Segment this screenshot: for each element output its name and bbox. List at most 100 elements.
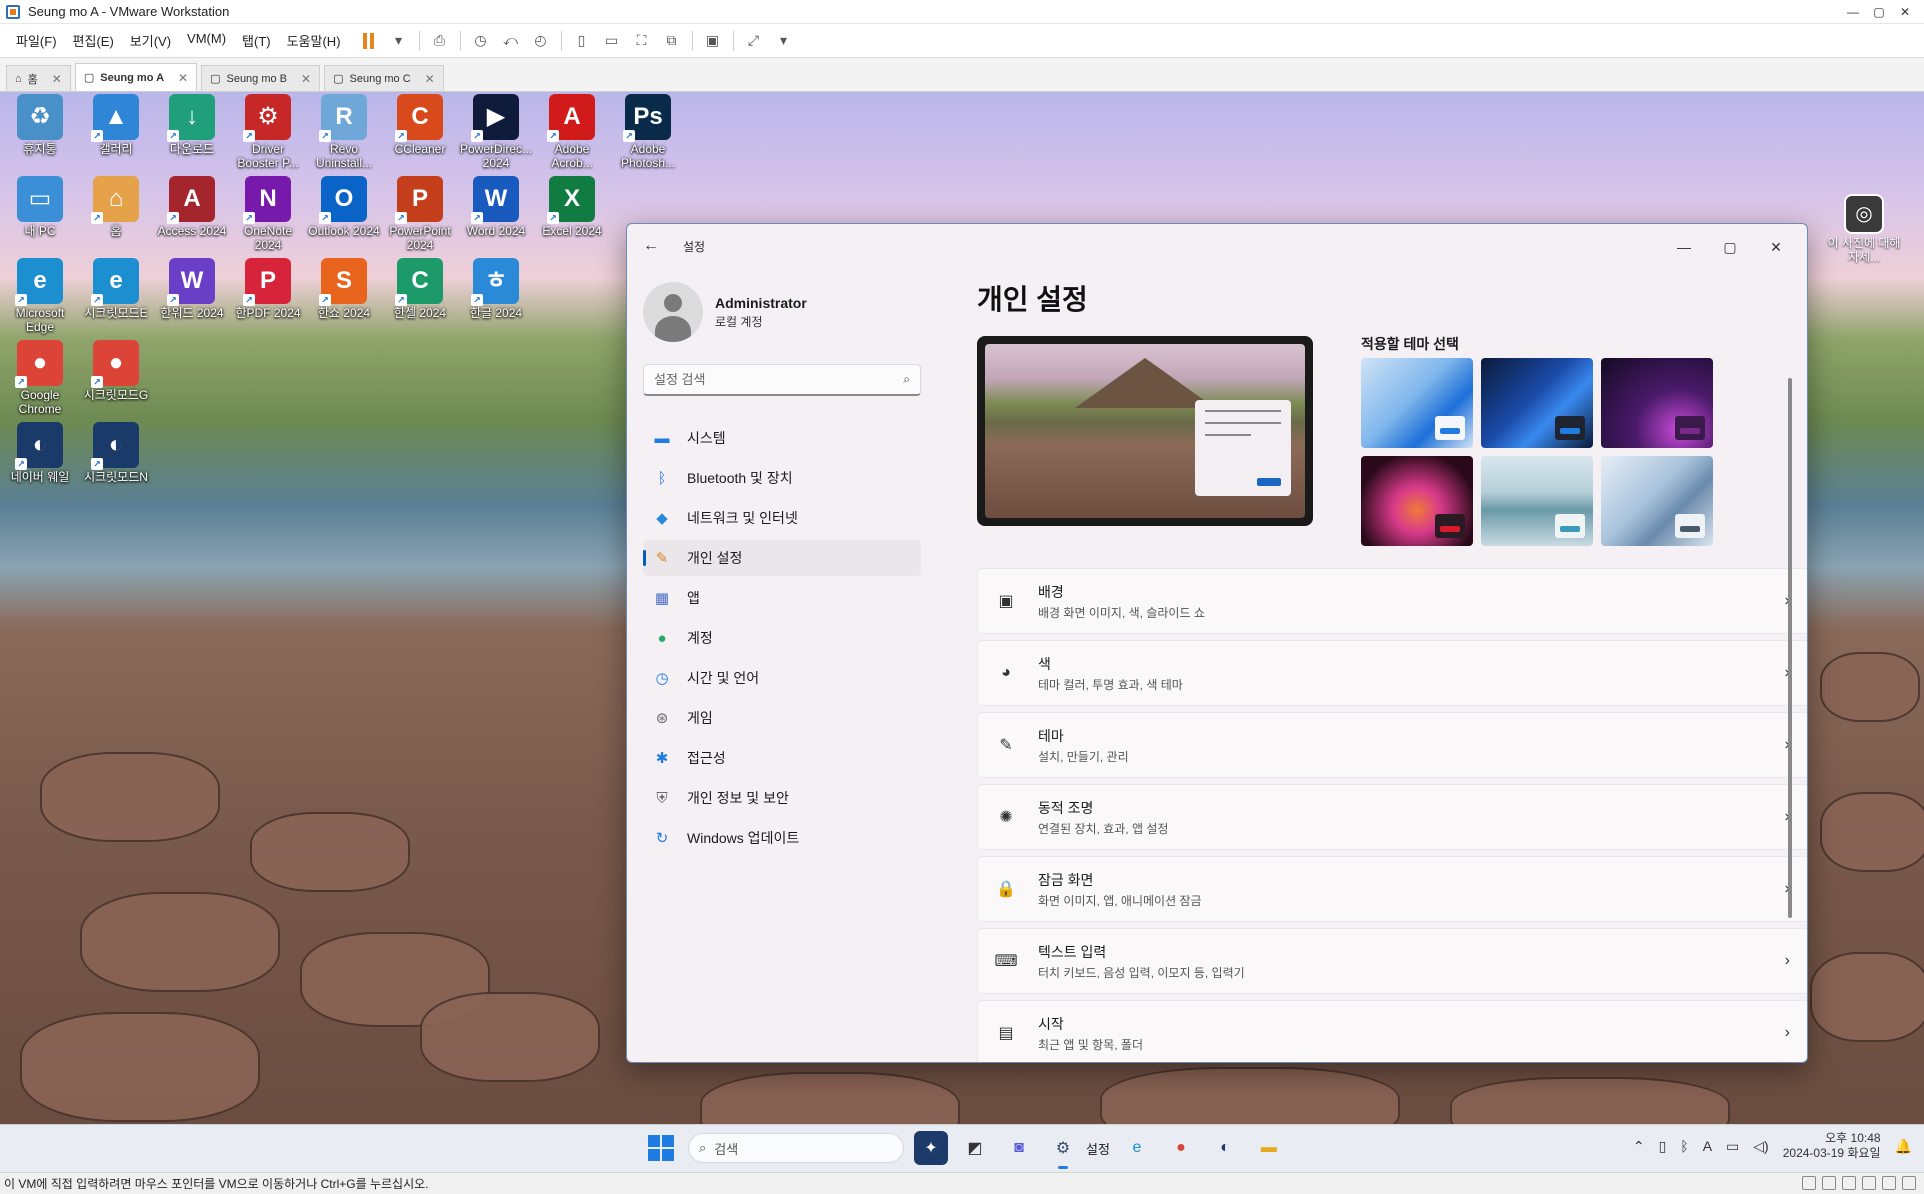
device-display-icon[interactable] (1902, 1176, 1916, 1190)
usb-icon[interactable]: ▯ (1659, 1138, 1667, 1155)
desktop-shortcut[interactable]: ♻ 휴지통 (2, 94, 78, 156)
settings-row[interactable]: ▣배경배경 화면 이미지, 색, 슬라이드 쇼› (977, 568, 1807, 634)
close-tab-icon[interactable]: ✕ (178, 71, 188, 85)
input-method-icon[interactable]: A (1703, 1138, 1712, 1154)
volume-icon[interactable]: ◁) (1753, 1138, 1768, 1155)
nav-item[interactable]: ᛒ Bluetooth 및 장치 (643, 460, 921, 496)
desktop-shortcut[interactable]: S ↗ 한쇼 2024 (306, 258, 382, 320)
nav-item[interactable]: ◆ 네트워크 및 인터넷 (643, 500, 921, 536)
send-ctrl-alt-del-icon[interactable]: ⎙ (430, 31, 450, 51)
desktop-shortcut[interactable]: ◐ ↗ 시크릿모드N (78, 422, 154, 484)
settings-close-button[interactable]: ✕ (1753, 232, 1799, 262)
close-tab-icon[interactable]: ✕ (301, 72, 311, 86)
revert-snapshot-icon[interactable]: ⤺ (501, 31, 521, 51)
nav-item[interactable]: ↻ Windows 업데이트 (643, 820, 921, 856)
windows-dark-theme[interactable] (1481, 358, 1593, 448)
menu-item[interactable]: 보기(V) (122, 31, 179, 50)
device-cd-icon[interactable] (1822, 1176, 1836, 1190)
desktop-shortcut[interactable]: A ↗ Access 2024 (154, 176, 230, 238)
pause-vm-icon[interactable] (359, 31, 379, 51)
close-tab-icon[interactable]: ✕ (52, 72, 62, 86)
desktop-shortcut[interactable]: ⚙ ↗ Driver Booster P... (230, 94, 306, 170)
desktop-shortcut[interactable]: ㅎ ↗ 한글 2024 (458, 258, 534, 320)
chrome-icon[interactable]: ● (1164, 1131, 1198, 1165)
file-explorer-icon[interactable]: ▬ (1252, 1131, 1286, 1165)
thumbnail-view-icon[interactable]: ▭ (602, 31, 622, 51)
bluetooth-icon[interactable]: ᛒ (1680, 1138, 1688, 1154)
vm-tab[interactable]: ▢ Seung mo C ✕ (324, 65, 444, 91)
desktop-shortcut[interactable]: W ↗ Word 2024 (458, 176, 534, 238)
desktop-shortcut[interactable]: ▲ ↗ 갤러리 (78, 94, 154, 156)
desktop-shortcut[interactable]: C ↗ 한셀 2024 (382, 258, 458, 320)
clock[interactable]: 오후 10:48 2024-03-19 화요일 (1783, 1131, 1881, 1161)
desktop-shortcut[interactable]: ↓ ↗ 다운로드 (154, 94, 230, 156)
copilot-icon[interactable]: ✦ (914, 1131, 948, 1165)
menu-item[interactable]: VM(M) (179, 31, 234, 50)
windows-light-theme[interactable] (1361, 358, 1473, 448)
glow-theme[interactable] (1601, 358, 1713, 448)
chat-icon[interactable]: ◙ (1002, 1131, 1036, 1165)
desktop-shortcut[interactable]: ▶ ↗ PowerDirec... 2024 (458, 94, 534, 170)
task-view-icon[interactable]: ◩ (958, 1131, 992, 1165)
nav-item[interactable]: ✎ 개인 설정 (643, 540, 921, 576)
nav-item[interactable]: ▬ 시스템 (643, 420, 921, 456)
console-icon[interactable]: ▣ (703, 31, 723, 51)
desktop-shortcut[interactable]: P ↗ PowerPoint 2024 (382, 176, 458, 252)
vm-tab[interactable]: ⌂ 홈 ✕ (6, 65, 71, 91)
maximize-button[interactable]: ▢ (1866, 0, 1892, 24)
chevron-up-icon[interactable]: ⌃ (1633, 1138, 1645, 1155)
desktop-shortcut[interactable]: Ps ↗ Adobe Photosh... (610, 94, 686, 170)
settings-row[interactable]: ⌨ 텍스트 입력 터치 키보드, 음성 입력, 이모지 등, 입력기 › (977, 928, 1807, 994)
fullscreen-icon[interactable]: ⛶ (632, 31, 652, 51)
settings-row[interactable]: ◕색테마 컬러, 투명 효과, 색 테마› (977, 640, 1807, 706)
start-button[interactable] (644, 1131, 678, 1165)
back-arrow-icon[interactable]: ← (643, 237, 665, 255)
desktop-shortcut[interactable]: ▭ 내 PC (2, 176, 78, 238)
user-profile[interactable]: Administrator 로컬 계정 (643, 282, 807, 342)
menu-item[interactable]: 탭(T) (234, 31, 279, 50)
device-network-icon[interactable] (1862, 1176, 1876, 1190)
desktop-shortcut[interactable]: ● ↗ 시크릿모드G (78, 340, 154, 402)
device-hdd-icon[interactable] (1802, 1176, 1816, 1190)
menu-item[interactable]: 도움말(H) (279, 31, 349, 50)
desktop-shortcut[interactable]: e ↗ 시크릿모드E (78, 258, 154, 320)
desktop-shortcut[interactable]: ⌂ ↗ 홈 (78, 176, 154, 238)
minimize-button[interactable]: — (1840, 0, 1866, 24)
search-icon[interactable]: ⌕ (903, 372, 910, 387)
desktop-shortcut[interactable]: ● ↗ Google Chrome (2, 340, 78, 416)
desktop-shortcut[interactable]: C ↗ CCleaner (382, 94, 458, 156)
vm-tab[interactable]: ▢ Seung mo B ✕ (201, 65, 321, 91)
menu-item[interactable]: 편집(E) (65, 31, 122, 50)
library-view-icon[interactable]: ▯ (572, 31, 592, 51)
notification-bell-icon[interactable]: 🔔 (1895, 1138, 1912, 1155)
settings-row[interactable]: ▤ 시작 최근 앱 및 항목, 폴더 › (977, 1000, 1807, 1062)
nav-item[interactable]: ▦ 앱 (643, 580, 921, 616)
snapshot-icon[interactable]: ◷ (471, 31, 491, 51)
desktop-shortcut[interactable]: R ↗ Revo Uninstall... (306, 94, 382, 170)
desktop-shortcut[interactable]: N ↗ OneNote 2024 (230, 176, 306, 252)
device-usb-icon[interactable] (1842, 1176, 1856, 1190)
stretch-dropdown-icon[interactable]: ▾ (774, 31, 794, 51)
desktop-shortcut[interactable]: X ↗ Excel 2024 (534, 176, 610, 238)
desktop-shortcut[interactable]: O ↗ Outlook 2024 (306, 176, 382, 238)
close-button[interactable]: ✕ (1892, 0, 1918, 24)
learn-about-picture-shortcut[interactable]: ◎ 이 사진에 대해 자세... (1824, 194, 1904, 264)
network-icon[interactable]: ▭ (1726, 1138, 1739, 1155)
nav-item[interactable]: ⛨ 개인 정보 및 보안 (643, 780, 921, 816)
vm-tab[interactable]: ▢ Seung mo A ✕ (74, 63, 198, 91)
desktop-shortcut[interactable]: W ↗ 한워드 2024 (154, 258, 230, 320)
taskbar-search[interactable]: ⌕ 검색 (688, 1133, 904, 1163)
menu-item[interactable]: 파일(F) (8, 31, 65, 50)
whale-icon[interactable]: ◐ (1208, 1131, 1242, 1165)
desktop-shortcut[interactable]: A ↗ Adobe Acrob... (534, 94, 610, 170)
edge-icon[interactable]: e (1120, 1131, 1154, 1165)
settings-minimize-button[interactable]: — (1661, 232, 1707, 262)
desktop-shortcut[interactable]: e ↗ Microsoft Edge (2, 258, 78, 334)
settings-row[interactable]: ✎테마설치, 만들기, 관리› (977, 712, 1807, 778)
settings-row[interactable]: ✺동적 조명연결된 장치, 효과, 앱 설정› (977, 784, 1807, 850)
nav-item[interactable]: ⊛ 게임 (643, 700, 921, 736)
nav-item[interactable]: ◷ 시간 및 언어 (643, 660, 921, 696)
dropdown-chevron-icon[interactable]: ▾ (389, 31, 409, 51)
snapshot-manager-icon[interactable]: ◴ (531, 31, 551, 51)
desktop-shortcut[interactable]: P ↗ 한PDF 2024 (230, 258, 306, 320)
